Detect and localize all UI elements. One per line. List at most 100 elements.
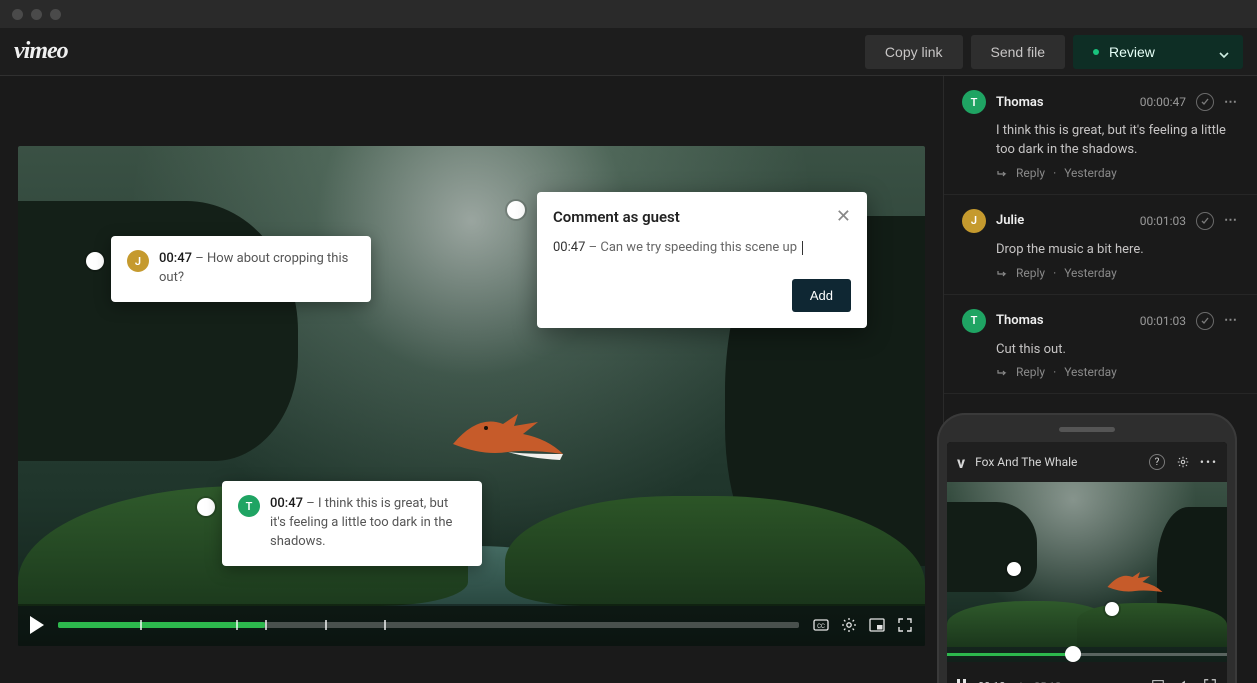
- note-card[interactable]: T 00:47 – I think this is great, but it's…: [222, 481, 482, 566]
- comment-popup: Comment as guest ✕ 00:47 – Can we try sp…: [537, 192, 867, 328]
- review-label: Review: [1109, 44, 1155, 60]
- pause-icon[interactable]: [957, 679, 966, 683]
- fox-illustration: [448, 394, 568, 464]
- review-dropdown[interactable]: Review: [1073, 35, 1243, 69]
- video-player[interactable]: J00:47 – How about cropping this out? T 00…: [18, 146, 925, 646]
- comment-hotspot[interactable]: [507, 201, 525, 219]
- phone-screen: v Fox And The Whale ? •••: [947, 442, 1227, 683]
- toolbar-buttons: Copy link Send file Review: [865, 35, 1243, 69]
- resolve-check-icon[interactable]: [1196, 312, 1214, 330]
- play-icon: [30, 616, 44, 634]
- more-icon[interactable]: ⋯: [1224, 213, 1239, 228]
- comment-body: Cut this out.: [996, 341, 1239, 360]
- comment-hotspot[interactable]: [1105, 602, 1119, 616]
- reply-button[interactable]: Reply: [1016, 266, 1045, 280]
- pip-icon[interactable]: [869, 617, 885, 633]
- send-file-button[interactable]: Send file: [971, 35, 1065, 69]
- reply-arrow-icon: [996, 267, 1008, 279]
- comment-input-text: Can we try speeding this scene up: [600, 240, 797, 255]
- phone-topbar: v Fox And The Whale ? •••: [947, 442, 1227, 482]
- more-icon[interactable]: ⋯: [1224, 313, 1239, 328]
- play-button[interactable]: [30, 616, 44, 634]
- fox-illustration: [1105, 562, 1165, 598]
- content: J00:47 – How about cropping this out?T00…: [0, 76, 1257, 683]
- close-icon[interactable]: ✕: [836, 208, 851, 226]
- comment-age: Yesterday: [1064, 365, 1117, 379]
- copy-link-button[interactable]: Copy link: [865, 35, 963, 69]
- text-caret: [802, 241, 803, 255]
- timeline-marker[interactable]: [265, 620, 267, 630]
- comment-hotspot[interactable]: [86, 252, 104, 270]
- phone-video-title: Fox And The Whale: [975, 455, 1139, 469]
- comment-age: Yesterday: [1064, 166, 1117, 180]
- scrubber-knob[interactable]: [1065, 646, 1081, 662]
- comment-hotspot[interactable]: [197, 498, 215, 516]
- phone-notch: [1059, 427, 1115, 432]
- reply-button[interactable]: Reply: [1016, 166, 1045, 180]
- window-dot-min[interactable]: [31, 9, 42, 20]
- vimeo-logo: vimeo: [14, 38, 68, 65]
- window-chrome: [0, 0, 1257, 28]
- gear-icon[interactable]: [1175, 454, 1191, 470]
- timeline-marker[interactable]: [325, 620, 327, 630]
- control-icons: CC: [813, 617, 913, 633]
- comment-item[interactable]: J Julie 00:01:03 ⋯ Drop the music a bit here…: [944, 195, 1257, 295]
- add-comment-button[interactable]: Add: [792, 279, 851, 312]
- avatar: T: [962, 309, 986, 333]
- comment-item[interactable]: T Thomas 00:00:47 ⋯ I think this is great, b…: [944, 76, 1257, 195]
- note-card[interactable]: J00:47 – How about cropping this out?: [111, 236, 371, 302]
- progress-bar[interactable]: [58, 622, 799, 628]
- info-icon[interactable]: ?: [1149, 454, 1165, 470]
- more-icon[interactable]: ⋯: [1224, 95, 1239, 110]
- comment-hotspot[interactable]: [1007, 562, 1021, 576]
- commenter-name: Julie: [996, 213, 1130, 228]
- comment-input[interactable]: 00:47 – Can we try speeding this scene u…: [553, 240, 851, 255]
- reply-button[interactable]: Reply: [1016, 365, 1045, 379]
- window-dot-close[interactable]: [12, 9, 23, 20]
- note-text: 00:47 – How about cropping this out?: [159, 250, 355, 288]
- reply-arrow-icon: [996, 366, 1008, 378]
- resolve-check-icon[interactable]: [1196, 212, 1214, 230]
- resolve-check-icon[interactable]: [1196, 93, 1214, 111]
- comment-timestamp[interactable]: 00:00:47: [1140, 95, 1186, 109]
- more-icon[interactable]: •••: [1201, 454, 1217, 470]
- phone-controls: 00:12 / 05:13: [947, 662, 1227, 683]
- commenter-name: Thomas: [996, 95, 1130, 110]
- status-dot-icon: [1093, 49, 1099, 55]
- volume-icon[interactable]: [1177, 678, 1191, 683]
- comment-item[interactable]: TThomas00:01:03⋯Cut this out.Reply·Yeste…: [944, 295, 1257, 395]
- avatar: J: [962, 209, 986, 233]
- comment-age: Yesterday: [1064, 266, 1117, 280]
- cc-icon[interactable]: CC: [813, 617, 829, 633]
- video-pane: J00:47 – How about cropping this out? T 00…: [0, 76, 943, 683]
- fullscreen-icon[interactable]: [897, 617, 913, 633]
- comment-timestamp: 00:47: [553, 240, 585, 255]
- comment-body: Drop the music a bit here.: [996, 241, 1239, 260]
- commenter-name: Thomas: [996, 313, 1130, 328]
- avatar: T: [962, 90, 986, 114]
- airplay-icon[interactable]: [1151, 678, 1165, 683]
- vimeo-v-icon: v: [957, 453, 965, 472]
- progress-fill: [58, 622, 265, 628]
- phone-video[interactable]: [947, 482, 1227, 662]
- phone-progress[interactable]: [947, 648, 1227, 662]
- toolbar: vimeo Copy link Send file Review: [0, 28, 1257, 76]
- phone-duration: 05:13: [1034, 680, 1061, 683]
- settings-icon[interactable]: [841, 617, 857, 633]
- timeline-marker[interactable]: [236, 620, 238, 630]
- comment-body: I think this is great, but it's feeling …: [996, 122, 1239, 160]
- phone-current-time: 00:12: [978, 680, 1005, 683]
- timeline-marker[interactable]: [384, 620, 386, 630]
- avatar: T: [238, 495, 260, 517]
- comment-timestamp[interactable]: 00:01:03: [1140, 314, 1186, 328]
- chevron-down-icon: [1219, 47, 1229, 57]
- fullscreen-icon[interactable]: [1203, 678, 1217, 683]
- window-dot-max[interactable]: [50, 9, 61, 20]
- comment-timestamp[interactable]: 00:01:03: [1140, 214, 1186, 228]
- note-text: 00:47 – I think this is great, but it's …: [270, 495, 466, 552]
- player-controls: CC: [18, 604, 925, 646]
- comment-popup-title: Comment as guest: [553, 208, 680, 226]
- phone-mockup: v Fox And The Whale ? •••: [937, 413, 1237, 683]
- timeline-marker[interactable]: [140, 620, 142, 630]
- reply-arrow-icon: [996, 167, 1008, 179]
